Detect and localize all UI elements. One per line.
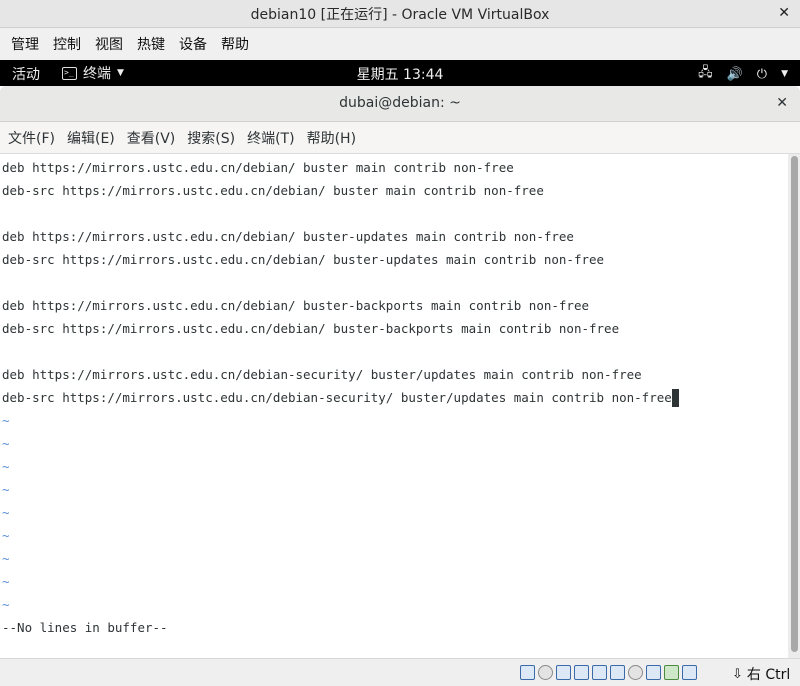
vbox-title-bar: debian10 [正在运行] - Oracle VM VirtualBox ✕ [0,0,800,28]
cpu-icon[interactable] [664,665,679,680]
empty-line-marker: ~ [2,597,10,612]
terminal-header-bar: dubai@debian: ~ ✕ [0,86,800,122]
empty-line-marker: ~ [2,528,10,543]
terminal-menu-terminal[interactable]: 终端(T) [241,128,300,148]
vbox-menu-help[interactable]: 帮助 [214,34,256,54]
editor-line-text: deb-src https://mirrors.ustc.edu.cn/debi… [2,390,672,405]
vbox-menu-control[interactable]: 控制 [46,34,88,54]
host-key-label: 右 Ctrl [746,667,791,683]
optical-drive-icon[interactable] [538,665,553,680]
editor-line: deb https://mirrors.ustc.edu.cn/debian-s… [2,367,642,382]
text-cursor [671,388,679,407]
editor-line: deb-src https://mirrors.ustc.edu.cn/debi… [2,252,605,267]
vbox-menu-bar: 管理 控制 视图 热键 设备 帮助 [0,28,800,60]
audio-icon[interactable] [556,665,571,680]
empty-line-marker: ~ [2,505,10,520]
editor-line: deb https://mirrors.ustc.edu.cn/debian/ … [2,160,514,175]
terminal-menu-edit[interactable]: 编辑(E) [61,128,121,148]
vbox-window-title: debian10 [正在运行] - Oracle VM VirtualBox [250,6,550,23]
display-icon[interactable] [628,665,643,680]
empty-line-marker: ~ [2,551,10,566]
editor-status-message: --No lines in buffer-- [2,620,168,635]
terminal-close-icon[interactable]: ✕ [776,95,788,111]
empty-line-marker: ~ [2,413,10,428]
editor-line: deb https://mirrors.ustc.edu.cn/debian/ … [2,229,574,244]
terminal-scrollbar-thumb[interactable] [791,156,798,652]
vbox-device-indicators [520,665,697,680]
empty-line-marker: ~ [2,436,10,451]
host-key-indicator: ⇩ 右 Ctrl [732,664,790,684]
terminal-text-area[interactable]: deb https://mirrors.ustc.edu.cn/debian/ … [0,156,788,658]
terminal-menu-view[interactable]: 查看(V) [121,128,182,148]
usb-icon[interactable] [592,665,607,680]
system-status-menu[interactable]: 🖧 🔊 ⏻ ▼ [698,63,788,85]
clock[interactable]: 星期五 13:44 [0,64,800,84]
video-capture-icon[interactable] [646,665,661,680]
shared-folders-icon[interactable] [610,665,625,680]
hard-disk-icon[interactable] [520,665,535,680]
editor-line-current: deb-src https://mirrors.ustc.edu.cn/debi… [2,388,679,408]
editor-line: deb https://mirrors.ustc.edu.cn/debian/ … [2,298,589,313]
chevron-down-icon: ▼ [781,69,788,79]
arrow-down-icon: ⇩ [732,666,743,682]
terminal-window-title: dubai@debian: ~ [339,95,461,111]
power-icon: ⏻ [756,66,768,82]
empty-line-marker: ~ [2,482,10,497]
vbox-menu-hotkeys[interactable]: 热键 [130,34,172,54]
gnome-top-bar: 活动 >_ 终端 ▼ 星期五 13:44 🖧 🔊 ⏻ ▼ [0,60,800,86]
vbox-status-bar: ⇩ 右 Ctrl [0,658,800,686]
mouse-integration-icon[interactable] [682,665,697,680]
vbox-close-icon[interactable]: ✕ [778,5,790,21]
network-adapter-icon[interactable] [574,665,589,680]
clock-label: 星期五 13:44 [356,67,444,83]
terminal-menu-search[interactable]: 搜索(S) [181,128,241,148]
network-icon: 🖧 [698,65,713,80]
vbox-menu-view[interactable]: 视图 [88,34,130,54]
empty-line-marker: ~ [2,459,10,474]
terminal-menu-help[interactable]: 帮助(H) [301,128,362,148]
vbox-menu-devices[interactable]: 设备 [172,34,214,54]
terminal-menu-file[interactable]: 文件(F) [2,128,61,148]
vbox-menu-manage[interactable]: 管理 [4,34,46,54]
volume-icon: 🔊 [726,66,743,82]
terminal-menu-bar: 文件(F) 编辑(E) 查看(V) 搜索(S) 终端(T) 帮助(H) [0,122,800,154]
empty-line-marker: ~ [2,574,10,589]
editor-line: deb-src https://mirrors.ustc.edu.cn/debi… [2,183,544,198]
editor-line: deb-src https://mirrors.ustc.edu.cn/debi… [2,321,620,336]
